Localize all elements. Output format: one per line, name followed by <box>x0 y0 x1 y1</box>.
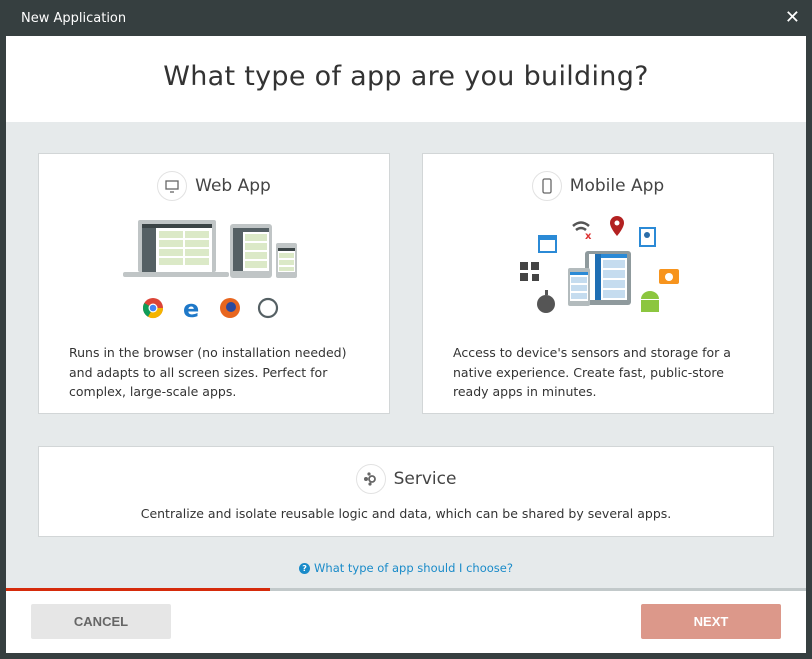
safari-icon <box>257 297 279 319</box>
title-bar: New Application ✕ <box>0 0 812 36</box>
android-icon <box>641 291 659 312</box>
help-link[interactable]: ? What type of app should I choose? <box>6 561 806 575</box>
web-app-description: Runs in the browser (no installation nee… <box>69 345 347 399</box>
close-icon[interactable]: ✕ <box>785 7 800 28</box>
web-app-option[interactable]: Web App e Runs in the browser (no instal… <box>38 153 390 414</box>
camera-icon <box>659 269 679 284</box>
service-option[interactable]: Service Centralize and isolate reusable … <box>38 446 774 537</box>
chrome-icon <box>142 298 164 319</box>
svg-text:x: x <box>585 231 592 242</box>
mobile-app-description: Access to device's sensors and storage f… <box>453 345 731 399</box>
footer: CANCEL NEXT <box>6 591 806 653</box>
firefox-icon <box>220 298 240 318</box>
service-nodes-icon <box>355 464 386 494</box>
mobile-app-title: Mobile App <box>569 176 665 196</box>
options-area: Web App e Runs in the browser (no instal… <box>6 122 806 588</box>
service-title: Service <box>393 469 457 489</box>
mobile-app-option[interactable]: Mobile App x Access to device's sensors … <box>422 153 774 414</box>
page-title: What type of app are you building? <box>163 61 649 92</box>
web-app-title: Web App <box>195 176 271 196</box>
edge-icon: e <box>183 296 199 320</box>
service-description: Centralize and isolate reusable logic an… <box>140 506 672 521</box>
smartphone-icon <box>531 171 562 201</box>
help-link-text[interactable]: What type of app should I choose? <box>314 561 513 575</box>
cancel-button[interactable]: CANCEL <box>31 604 171 639</box>
header: What type of app are you building? <box>6 36 806 122</box>
calendar-icon <box>538 235 557 253</box>
mobile-features-illustration: x <box>520 216 679 313</box>
apple-icon <box>537 290 555 313</box>
help-icon: ? <box>299 563 311 574</box>
window-title: New Application <box>21 11 127 26</box>
location-pin-icon <box>610 216 624 236</box>
wifi-off-icon: x <box>572 221 592 242</box>
monitor-icon <box>157 171 188 201</box>
contacts-icon <box>639 227 656 247</box>
next-button[interactable]: NEXT <box>641 604 781 639</box>
qr-code-icon <box>520 262 539 281</box>
